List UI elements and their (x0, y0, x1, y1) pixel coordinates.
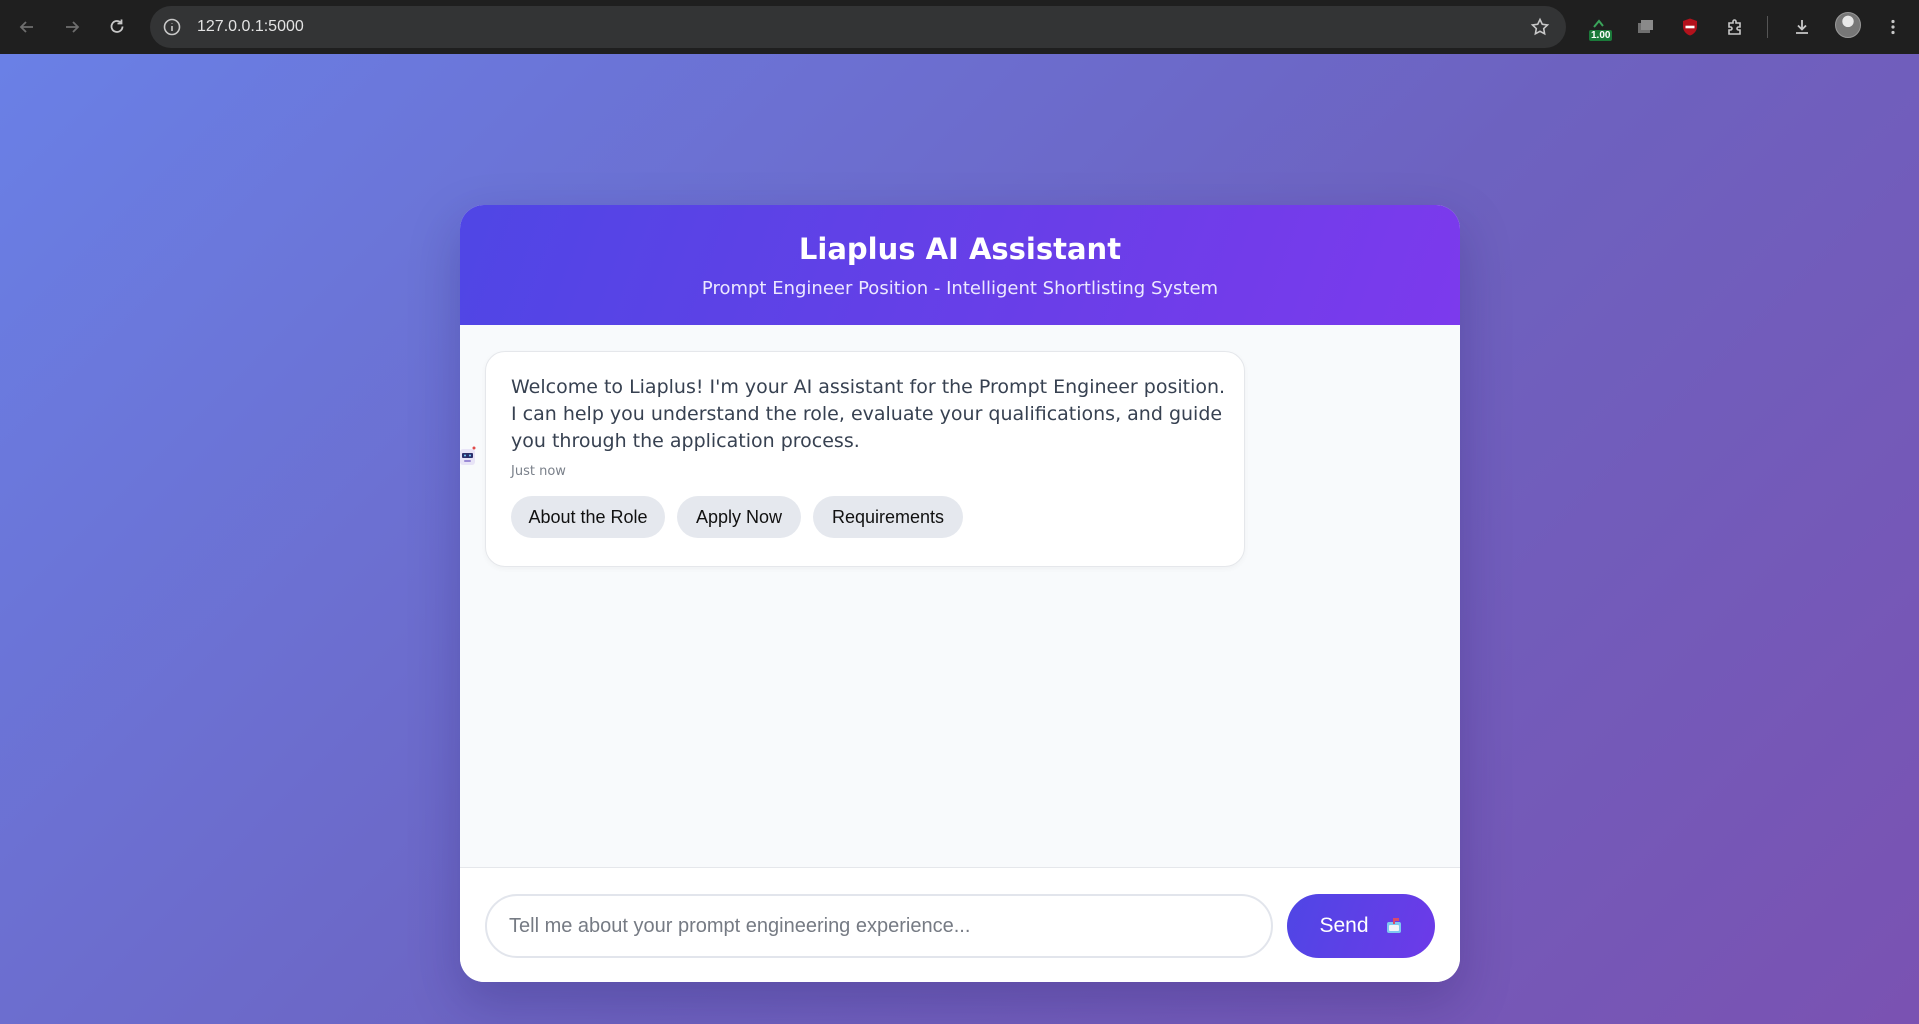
profile-avatar[interactable] (1835, 12, 1861, 38)
message-timestamp: Just now (511, 464, 566, 479)
stop-shield-icon (1683, 18, 1697, 36)
robot-avatar-icon (460, 446, 476, 465)
puzzle-piece-icon (1728, 19, 1741, 35)
chat-subtitle: Prompt Engineer Position - Intelligent S… (701, 278, 1219, 299)
url-text[interactable]: 127.0.0.1:5000 (197, 17, 304, 37)
back-button[interactable] (11, 11, 43, 43)
extensions-menu-button[interactable] (1719, 11, 1751, 43)
downloads-button[interactable] (1786, 11, 1818, 43)
chat-title: Liaplus AI Assistant (798, 232, 1122, 266)
page-background: Liaplus AI Assistant Prompt Engineer Pos… (0, 54, 1919, 1024)
quick-reply-apply-now[interactable]: Apply Now (677, 496, 801, 538)
kebab-menu-icon (1891, 19, 1895, 35)
extension-speed-button[interactable]: 1.00 (1584, 11, 1616, 43)
extension-adblock-button[interactable] (1674, 11, 1706, 43)
toolbar-separator (1767, 16, 1768, 38)
bot-message: Welcome to Liaplus! I'm your AI assistan… (485, 351, 1245, 567)
send-button[interactable]: Send (1287, 894, 1435, 958)
browser-menu-button[interactable] (1877, 11, 1909, 43)
quick-reply-about-role[interactable]: About the Role (511, 496, 665, 538)
reload-button[interactable] (101, 11, 133, 43)
extension-tabs-button[interactable] (1629, 11, 1661, 43)
site-info-icon[interactable] (162, 17, 182, 37)
stacked-windows-icon (1638, 20, 1653, 33)
extension-badge: 1.00 (1589, 30, 1613, 41)
message-text: Welcome to Liaplus! I'm your AI assistan… (511, 376, 1226, 452)
quick-reply-requirements[interactable]: Requirements (813, 496, 963, 538)
send-label: Send (1319, 914, 1369, 937)
chat-header: Liaplus AI Assistant Prompt Engineer Pos… (460, 205, 1460, 325)
message-list: Welcome to Liaplus! I'm your AI assistan… (460, 325, 1460, 867)
message-input[interactable] (485, 894, 1273, 958)
browser-toolbar: 127.0.0.1:5000 1.00 (0, 0, 1919, 54)
chat-window: Liaplus AI Assistant Prompt Engineer Pos… (460, 205, 1460, 982)
back-arrow-icon (19, 21, 33, 33)
reload-icon (110, 19, 124, 33)
forward-button[interactable] (56, 11, 88, 43)
forward-arrow-icon (66, 21, 80, 33)
chat-input-bar: Send (460, 867, 1460, 982)
mailbox-icon (1386, 918, 1401, 933)
address-bar[interactable]: 127.0.0.1:5000 (150, 6, 1566, 48)
download-icon (1796, 20, 1808, 34)
bookmark-star-icon[interactable] (1530, 17, 1550, 37)
